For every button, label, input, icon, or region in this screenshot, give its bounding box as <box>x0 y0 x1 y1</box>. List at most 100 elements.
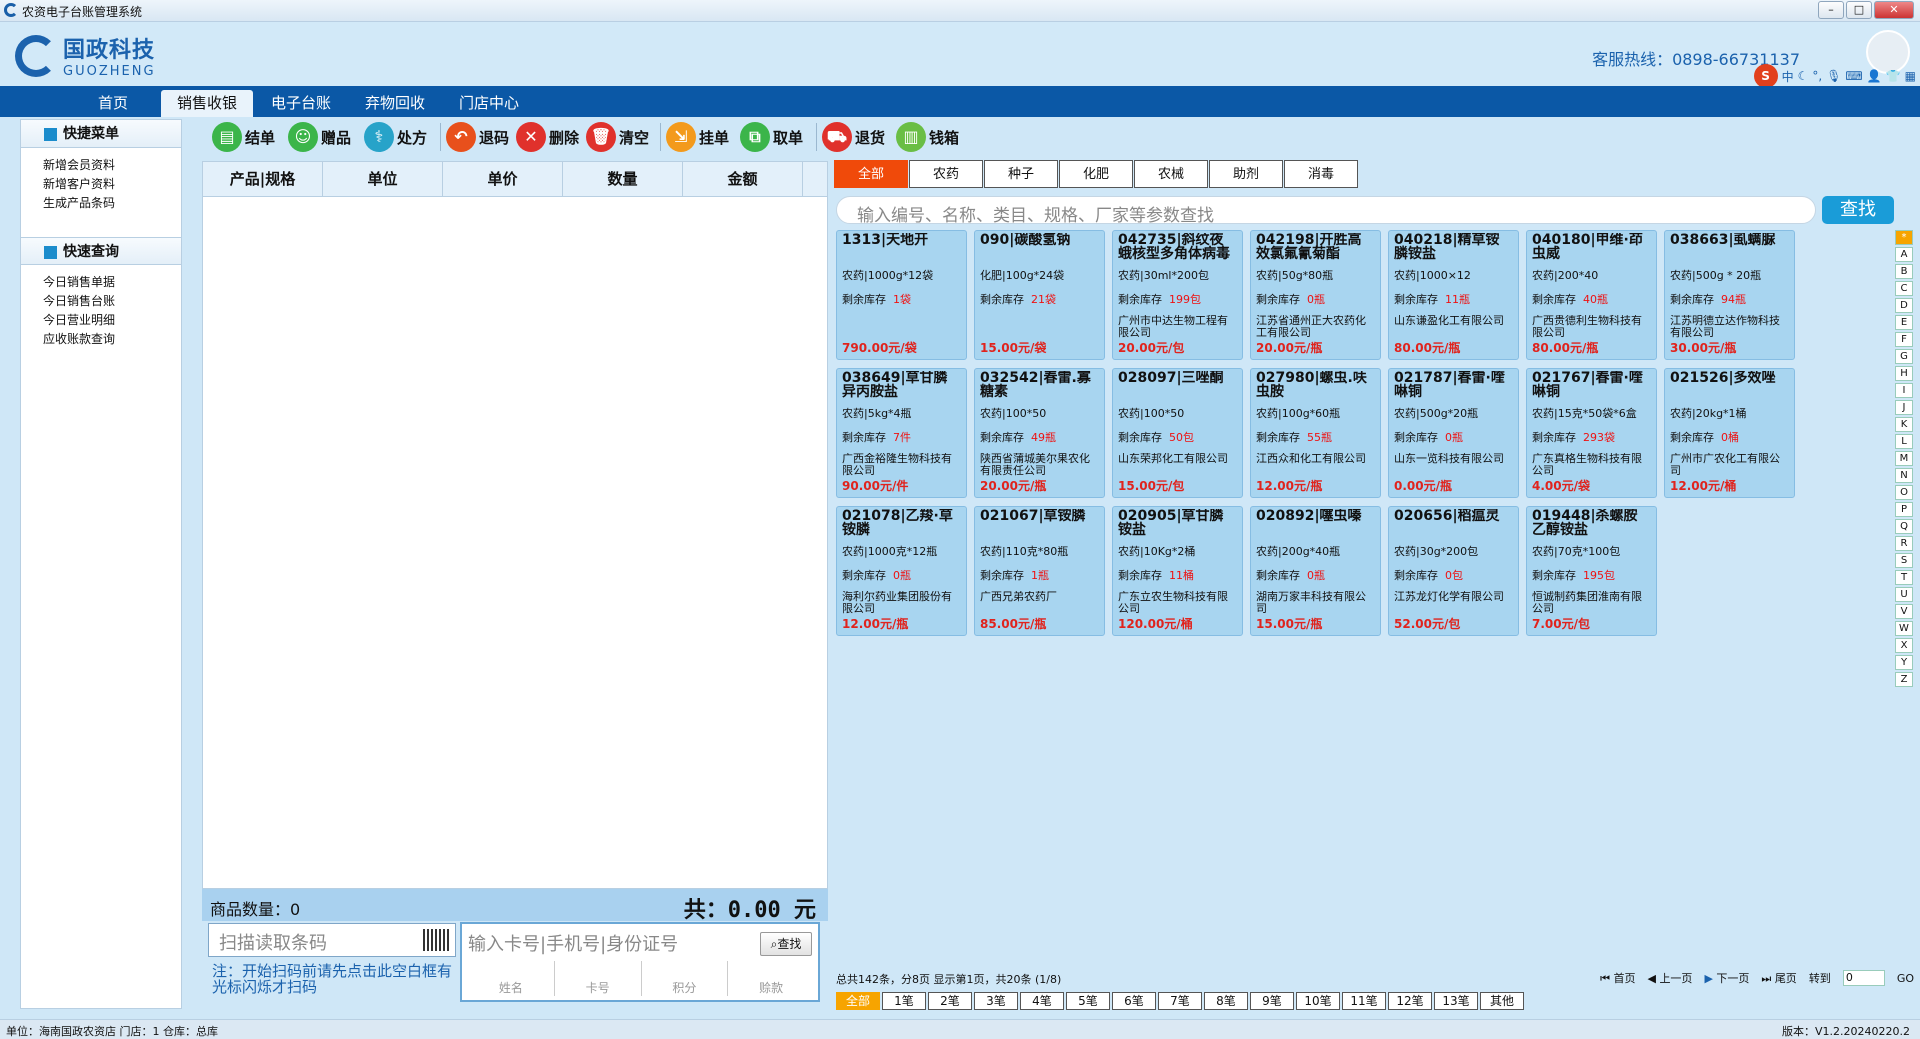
alpha-index-item[interactable]: X <box>1895 638 1913 653</box>
sogou-icon[interactable]: S <box>1753 64 1778 88</box>
keyboard-icon[interactable]: ⌨ <box>1845 69 1862 83</box>
count-filter[interactable]: 12笔 <box>1388 992 1432 1010</box>
count-filter[interactable]: 6笔 <box>1112 992 1156 1010</box>
alpha-index-item[interactable]: U <box>1895 587 1913 602</box>
count-filter[interactable]: 5笔 <box>1066 992 1110 1010</box>
alpha-index-item[interactable]: L <box>1895 434 1913 449</box>
tab-store[interactable]: 门店中心 <box>443 90 535 117</box>
retrieve-button[interactable]: ⧉ 取单 <box>740 121 803 153</box>
col-amount[interactable]: 金额 <box>683 162 803 196</box>
product-card[interactable]: 021767|春雷·喹啉铜 农药|15克*50袋*6盒 剩余库存 293袋 广东真格生… <box>1526 368 1657 498</box>
product-card[interactable]: 021067|草铵膦 农药|110克*80瓶 剩余库存 1瓶 广西兄弟农药厂 85.00… <box>974 506 1105 636</box>
product-card[interactable]: 090|碳酸氢钠 化肥|100g*24袋 剩余库存 21袋 15.00元/袋 <box>974 230 1105 360</box>
next-page-button[interactable]: ▶ 下一页 <box>1704 970 1749 986</box>
ime-mode[interactable]: 中 <box>1782 68 1794 85</box>
sidebar-item-new-customer[interactable]: 新增客户资料 <box>43 175 181 194</box>
delete-button[interactable]: ✕ 删除 <box>516 121 579 153</box>
col-qty[interactable]: 数量 <box>563 162 683 196</box>
sidebar-item-today-detail[interactable]: 今日营业明细 <box>43 311 181 330</box>
category-tab[interactable]: 化肥 <box>1059 160 1133 188</box>
col-product[interactable]: 产品|规格 <box>203 162 323 196</box>
member-input[interactable]: 输入卡号|手机号|身份证号 <box>468 930 678 956</box>
count-filter[interactable]: 9笔 <box>1250 992 1294 1010</box>
sidebar-item-barcode[interactable]: 生成产品条码 <box>43 194 181 213</box>
first-page-button[interactable]: ⏮ 首页 <box>1600 970 1635 986</box>
count-filter[interactable]: 8笔 <box>1204 992 1248 1010</box>
grid-icon[interactable]: ▦ <box>1905 69 1916 83</box>
alpha-index-item[interactable]: Y <box>1895 655 1913 670</box>
product-card[interactable]: 028097|三唑酮 农药|100*50 剩余库存 50包 山东荣邦化工有限公司 15.… <box>1112 368 1243 498</box>
sidebar-item-new-member[interactable]: 新增会员资料 <box>43 156 181 175</box>
category-tab[interactable]: 助剂 <box>1209 160 1283 188</box>
product-card[interactable]: 042735|斜纹夜蛾核型多角体病毒 农药|30ml*200包 剩余库存 199包广… <box>1112 230 1243 360</box>
alpha-index-item[interactable]: O <box>1895 485 1913 500</box>
cashbox-button[interactable]: ▥ 钱箱 <box>896 121 959 153</box>
alpha-index-item[interactable]: I <box>1895 383 1913 398</box>
product-card[interactable]: 021526|多效唑 农药|20kg*1桶 剩余库存 0桶 广州市广农化工有限公司 12… <box>1664 368 1795 498</box>
tab-ledger[interactable]: 电子台账 <box>255 90 347 117</box>
clear-button[interactable]: 🗑 清空 <box>586 121 649 153</box>
product-card[interactable]: 040180|甲维·茚虫威 农药|200*40 剩余库存 40瓶 广西贵德利生物科技有… <box>1526 230 1657 360</box>
category-tab[interactable]: 农药 <box>909 160 983 188</box>
alpha-index-item[interactable]: N <box>1895 468 1913 483</box>
alpha-index-item[interactable]: A <box>1895 247 1913 262</box>
alpha-index-item[interactable]: T <box>1895 570 1913 585</box>
maximize-button[interactable]: □ <box>1846 1 1872 19</box>
tab-sales[interactable]: 销售收银 <box>161 90 253 117</box>
product-card[interactable]: 021078|乙羧·草铵膦 农药|1000克*12瓶 剩余库存 0瓶 海利尔药业集团股… <box>836 506 967 636</box>
alpha-index-item[interactable]: C <box>1895 281 1913 296</box>
product-card[interactable]: 038649|草甘膦异丙胺盐 农药|5kg*4瓶 剩余库存 7件 广西金裕隆生物科技有… <box>836 368 967 498</box>
product-card[interactable]: 038663|虱螨脲 农药|500g * 20瓶 剩余库存 94瓶 江苏明德立达作物科… <box>1664 230 1795 360</box>
product-card[interactable]: 020892|噻虫嗪 农药|200g*40瓶 剩余库存 0瓶 湖南万家丰科技有限公司 1… <box>1250 506 1381 636</box>
hold-button[interactable]: ⇲ 挂单 <box>666 121 729 153</box>
tab-home[interactable]: 首页 <box>67 90 159 117</box>
count-filter[interactable]: 10笔 <box>1296 992 1340 1010</box>
alpha-index-item[interactable]: V <box>1895 604 1913 619</box>
alpha-index-item[interactable]: P <box>1895 502 1913 517</box>
sidebar-item-today-ledger[interactable]: 今日销售台账 <box>43 292 181 311</box>
alpha-index-item[interactable]: Z <box>1895 672 1913 687</box>
product-card[interactable]: 019448|杀螺胺乙醇铵盐 农药|70克*100包 剩余库存 195包 恒诚制药集团… <box>1526 506 1657 636</box>
barcode-input[interactable]: 扫描读取条码 <box>208 923 456 957</box>
product-card[interactable]: 032542|春雷.寡糖素 农药|100*50 剩余库存 49瓶 陕西省蒲城美尔果农化… <box>974 368 1105 498</box>
alpha-index-item[interactable]: Q <box>1895 519 1913 534</box>
alpha-index-item[interactable]: M <box>1895 451 1913 466</box>
return-code-button[interactable]: ↶ 退码 <box>446 121 509 153</box>
category-tab[interactable]: 消毒 <box>1284 160 1358 188</box>
count-filter[interactable]: 2笔 <box>928 992 972 1010</box>
refund-button[interactable]: ⛟ 退货 <box>822 121 885 153</box>
settle-button[interactable]: ▤ 结单 <box>212 121 275 153</box>
punct-icon[interactable]: °, <box>1812 69 1822 83</box>
alpha-index-item[interactable]: W <box>1895 621 1913 636</box>
alpha-index-item[interactable]: K <box>1895 417 1913 432</box>
product-card[interactable]: 027980|螺虫.呋虫胺 农药|100g*60瓶 剩余库存 55瓶 江西众和化工有限… <box>1250 368 1381 498</box>
count-filter[interactable]: 其他 <box>1480 992 1524 1010</box>
prescription-button[interactable]: ⚕ 处方 <box>364 121 427 153</box>
alpha-index-item[interactable]: H <box>1895 366 1913 381</box>
user-icon[interactable]: 👤 <box>1867 69 1882 83</box>
count-filter[interactable]: 3笔 <box>974 992 1018 1010</box>
count-filter[interactable]: 13笔 <box>1434 992 1478 1010</box>
minimize-button[interactable]: – <box>1818 1 1844 19</box>
product-card[interactable]: 042198|开胜高效氯氟氰菊酯 农药|50g*80瓶 剩余库存 0瓶 江苏省通州正大… <box>1250 230 1381 360</box>
go-button[interactable]: GO <box>1897 972 1914 985</box>
ime-toolbar[interactable]: S 中 ☾ °, 🎙 ⌨ 👤 👕 ▦ <box>1753 64 1916 88</box>
goto-input[interactable]: 0 <box>1842 970 1885 986</box>
product-card[interactable]: 021787|春雷·喹啉铜 农药|500g*20瓶 剩余库存 0瓶 山东一览科技有限公… <box>1388 368 1519 498</box>
alpha-index-item[interactable]: F <box>1895 332 1913 347</box>
alpha-index-item[interactable]: B <box>1895 264 1913 279</box>
member-find-button[interactable]: ⌕查找 <box>760 932 812 956</box>
category-tab[interactable]: 全部 <box>834 160 908 188</box>
product-card[interactable]: 020905|草甘膦铵盐 农药|10Kg*2桶 剩余库存 11桶 广东立农生物科技有限… <box>1112 506 1243 636</box>
count-filter[interactable]: 全部 <box>836 992 880 1010</box>
product-card[interactable]: 020656|稻瘟灵 农药|30g*200包 剩余库存 0包 江苏龙灯化学有限公司 52… <box>1388 506 1519 636</box>
prev-page-button[interactable]: ◀ 上一页 <box>1647 970 1692 986</box>
last-page-button[interactable]: ⏭ 尾页 <box>1761 970 1796 986</box>
shirt-icon[interactable]: 👕 <box>1886 69 1901 83</box>
col-unit[interactable]: 单位 <box>323 162 443 196</box>
gift-button[interactable]: ☺ 赠品 <box>288 121 351 153</box>
close-button[interactable]: ✕ <box>1874 1 1914 19</box>
alpha-index-item[interactable]: D <box>1895 298 1913 313</box>
tab-recycle[interactable]: 弃物回收 <box>349 90 441 117</box>
count-filter[interactable]: 7笔 <box>1158 992 1202 1010</box>
